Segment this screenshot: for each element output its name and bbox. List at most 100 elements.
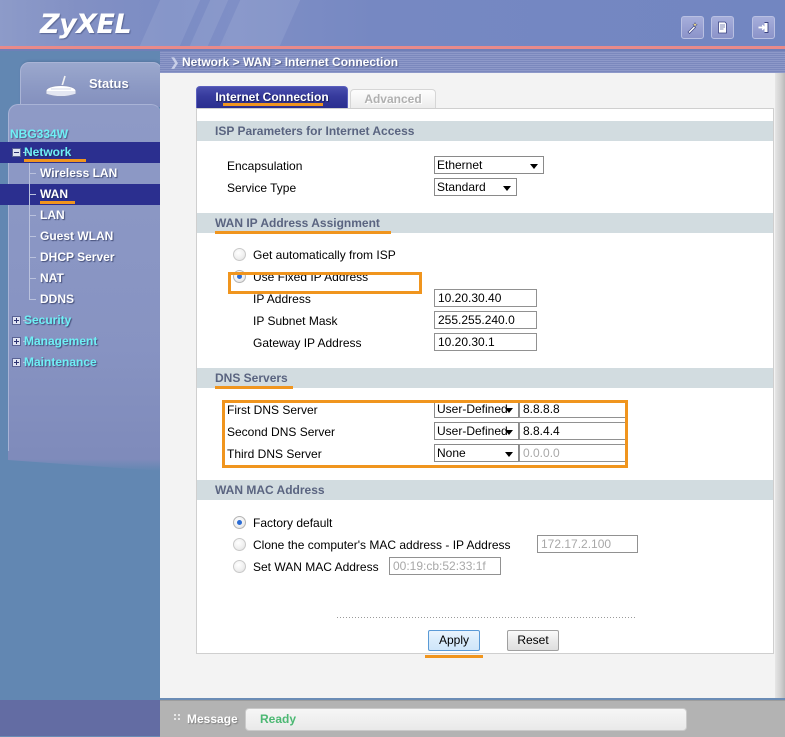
row-set-wan-mac[interactable]: Set WAN MAC Address (197, 556, 773, 578)
section-title: WAN MAC Address (215, 483, 325, 497)
content-right-edge (775, 73, 785, 698)
sidebar-item-network[interactable]: Network (0, 142, 160, 163)
expand-icon[interactable] (12, 337, 21, 346)
first-dns-mode-select[interactable]: User-Defined (434, 400, 519, 418)
section-header-isp: ISP Parameters for Internet Access (197, 121, 773, 141)
first-dns-input[interactable] (519, 400, 626, 418)
tree-tick (29, 194, 36, 195)
third-dns-input[interactable] (519, 444, 626, 462)
subnet-mask-label: IP Subnet Mask (253, 314, 338, 328)
status-bar-field: Ready (245, 708, 687, 731)
sidebar-item-label: Management (24, 334, 98, 348)
third-dns-mode-select[interactable]: None (434, 444, 519, 462)
row-wan-ip-auto[interactable]: Get automatically from ISP (197, 244, 773, 266)
sidebar-bottom-fill (0, 700, 160, 736)
row-ip-address: IP Address (197, 288, 773, 310)
tab-label: Internet Connection (215, 90, 329, 104)
sidebar-item-wireless-lan[interactable]: Wireless LAN (0, 163, 160, 184)
second-dns-mode-value: User-Defined (437, 424, 508, 438)
factory-default-label: Factory default (253, 516, 333, 530)
second-dns-input[interactable] (519, 422, 626, 440)
chevron-down-icon (503, 186, 511, 191)
sidebar-item-label: DHCP Server (40, 250, 115, 264)
expand-icon[interactable] (12, 358, 21, 367)
sidebar-item-guest-wlan[interactable]: Guest WLAN (0, 226, 160, 247)
set-wan-mac-input[interactable] (389, 557, 501, 575)
breadcrumb-arrow-icon: ❯ (170, 57, 180, 69)
section-underline (215, 386, 293, 389)
content-panel: Internet Connection Advanced ISP Paramet… (190, 86, 775, 661)
sidebar-item-ddns[interactable]: DDNS (0, 289, 160, 310)
wizard-icon[interactable] (681, 16, 704, 39)
selection-underline (24, 159, 86, 162)
expand-icon[interactable] (12, 316, 21, 325)
radio-set-wan-mac[interactable] (233, 560, 246, 573)
zyxel-logo: ZyXEL (40, 9, 132, 40)
tree-tick (29, 299, 36, 300)
collapse-icon[interactable] (12, 148, 21, 157)
encapsulation-value: Ethernet (437, 158, 483, 172)
sidebar-item-lan[interactable]: LAN (0, 205, 160, 226)
third-dns-mode-value: None (437, 446, 466, 460)
sidebar-item-management[interactable]: Management (0, 331, 160, 352)
radio-factory-default[interactable] (233, 516, 246, 529)
clone-mac-ip-input[interactable] (537, 535, 638, 553)
clone-mac-label: Clone the computer's MAC address - IP Ad… (253, 538, 511, 552)
sidebar-item-dhcp-server[interactable]: DHCP Server (0, 247, 160, 268)
sidebar-item-nat[interactable]: NAT (0, 268, 160, 289)
row-clone-mac[interactable]: Clone the computer's MAC address - IP Ad… (197, 534, 773, 556)
row-first-dns: First DNS Server User-Defined (197, 399, 773, 421)
use-fixed-ip-label: Use Fixed IP Address (253, 270, 369, 284)
logout-icon[interactable] (752, 16, 775, 39)
radio-clone-mac[interactable] (233, 538, 246, 551)
sidebar-item-label: NAT (40, 271, 64, 285)
row-factory-default[interactable]: Factory default (197, 512, 773, 534)
tree-tick (29, 278, 36, 279)
radio-get-automatically[interactable] (233, 248, 246, 261)
gateway-label: Gateway IP Address (253, 336, 362, 350)
tree-tick (29, 236, 36, 237)
help-document-icon[interactable] (711, 16, 734, 39)
device-name-label: NBG334W (10, 127, 69, 141)
row-third-dns: Third DNS Server None (197, 443, 773, 465)
sidebar-item-wan[interactable]: WAN (0, 184, 160, 205)
status-bar-label: Message (187, 712, 238, 726)
row-wan-ip-fixed[interactable]: Use Fixed IP Address (197, 266, 773, 288)
row-subnet-mask: IP Subnet Mask (197, 310, 773, 332)
ip-address-input[interactable] (434, 289, 537, 307)
section-title: DNS Servers (215, 371, 288, 385)
sidebar-item-security[interactable]: Security (0, 310, 160, 331)
header-stripe-decor (139, 0, 201, 46)
tree-tick (29, 257, 36, 258)
reset-button[interactable]: Reset (507, 630, 559, 651)
sidebar-item-label: Guest WLAN (40, 229, 114, 243)
service-type-label: Service Type (227, 181, 297, 195)
tab-label: Advanced (364, 92, 422, 106)
reset-button-label: Reset (517, 633, 549, 647)
apply-button-underline (425, 655, 483, 658)
sidebar-item-maintenance[interactable]: Maintenance (0, 352, 160, 373)
section-header-dns: DNS Servers (197, 368, 773, 389)
tab-internet-connection[interactable]: Internet Connection (196, 86, 348, 108)
radio-use-fixed-ip[interactable] (233, 270, 246, 283)
chevron-down-icon (505, 408, 513, 413)
second-dns-mode-select[interactable]: User-Defined (434, 422, 519, 440)
gateway-input[interactable] (434, 333, 537, 351)
sidebar-nav-list: Network Wireless LAN WAN LAN Guest WLAN … (0, 142, 160, 373)
second-dns-label: Second DNS Server (227, 425, 336, 439)
third-dns-label: Third DNS Server (227, 447, 322, 461)
encapsulation-select[interactable]: Ethernet (434, 156, 544, 174)
router-icon (41, 74, 85, 103)
chevron-down-icon (530, 164, 538, 169)
service-type-select[interactable]: Standard (434, 178, 517, 196)
apply-button[interactable]: Apply (428, 630, 480, 651)
section-title: WAN IP Address Assignment (215, 216, 380, 230)
subnet-mask-input[interactable] (434, 311, 537, 329)
breadcrumb: ❯ Network > WAN > Internet Connection (160, 51, 785, 74)
tab-advanced[interactable]: Advanced (350, 89, 436, 108)
sidebar-status-tab[interactable]: Status (20, 62, 162, 107)
sidebar-item-label: Wireless LAN (40, 166, 118, 180)
chevron-down-icon (505, 430, 513, 435)
header-icon-group (681, 16, 775, 39)
breadcrumb-text: Network > WAN > Internet Connection (182, 55, 399, 69)
